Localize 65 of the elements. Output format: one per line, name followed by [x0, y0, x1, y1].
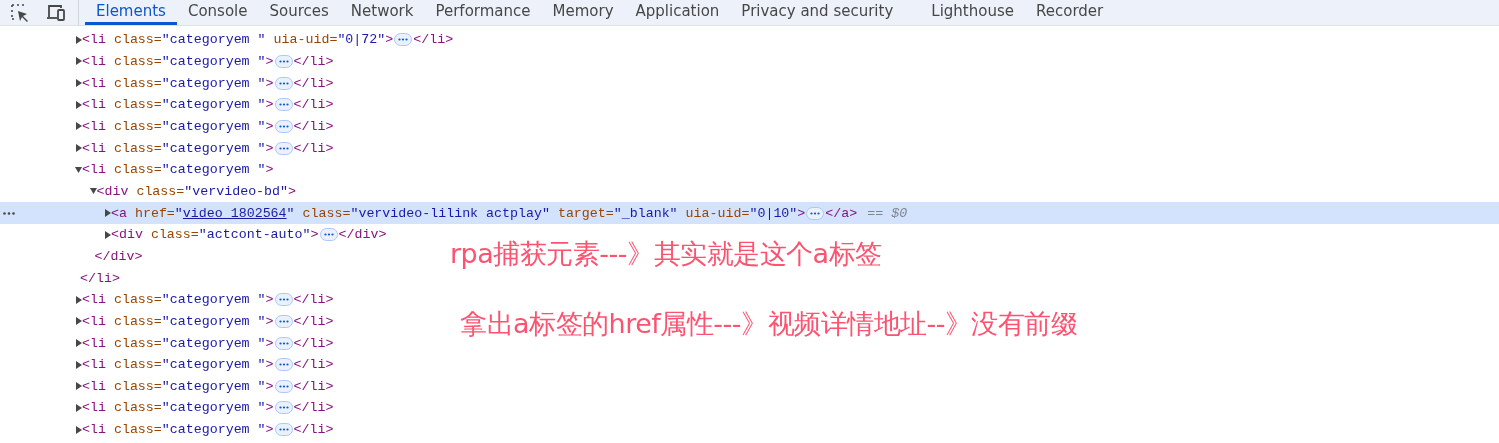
expand-triangle-icon[interactable]	[75, 382, 82, 391]
ellipsis-button[interactable]	[274, 401, 293, 415]
dom-tree-row[interactable]: <a href="video_1802564" class="vervideo-lilink actplay" target="_blank" uia-uid="0|10"> </a> == $0	[0, 202, 1499, 224]
panel-tab[interactable]: Recorder	[1025, 0, 1115, 25]
panel-tab[interactable]: Privacy and security	[730, 0, 905, 25]
dom-tree-row[interactable]: <div class="vervideo-bd">	[0, 180, 296, 203]
panel-tab[interactable]: Network	[339, 0, 425, 25]
collapse-triangle-icon[interactable]	[89, 187, 97, 196]
ellipsis-button[interactable]	[274, 98, 293, 112]
expand-triangle-icon[interactable]	[75, 425, 82, 434]
dom-tree-row[interactable]: <li class="categoryem "> </li>	[0, 418, 334, 441]
panel-tab[interactable]: Sources	[258, 0, 340, 25]
annotation-text: 拿出a标签的href属性---》视频详情地址--》没有前缀	[460, 307, 1078, 341]
dom-tree-row[interactable]: </li>	[0, 267, 120, 289]
dom-tree-row[interactable]: <li class="categoryem "> </li>	[0, 375, 334, 398]
dom-tree-row[interactable]: <li class="categoryem "> </li>	[0, 397, 334, 419]
device-icon[interactable]	[45, 2, 67, 24]
dom-tree-row[interactable]: <div class="actcont-auto"> </div>	[0, 223, 387, 246]
dom-tree-row[interactable]: </div>	[0, 245, 143, 268]
ellipsis-button[interactable]	[274, 423, 293, 437]
expand-triangle-icon[interactable]	[75, 144, 82, 153]
collapse-triangle-icon[interactable]	[75, 165, 82, 174]
panel-tab[interactable]: Console	[176, 0, 259, 25]
dom-tree-row[interactable]: <li class="categoryem "> </li>	[0, 137, 334, 159]
panel-tab[interactable]: Application	[624, 0, 731, 25]
more-icon[interactable]	[3, 211, 15, 215]
dom-tree-row[interactable]: <li class="categoryem "> </li>	[0, 332, 334, 354]
expand-triangle-icon[interactable]	[75, 57, 82, 66]
dom-tree-row[interactable]: <li class="categoryem ">	[0, 158, 274, 181]
dom-tree-row[interactable]: <li class="categoryem "> </li>	[0, 353, 334, 376]
expand-triangle-icon[interactable]	[75, 404, 82, 412]
expand-triangle-icon[interactable]	[104, 230, 111, 239]
panel-tab[interactable]: Elements	[85, 0, 177, 25]
ellipsis-button[interactable]	[274, 141, 293, 155]
expand-triangle-icon[interactable]	[75, 295, 82, 304]
dom-tree-row[interactable]: <li class="categoryem "> </li>	[0, 310, 334, 333]
ellipsis-button[interactable]	[274, 76, 293, 90]
expand-triangle-icon[interactable]	[75, 339, 82, 347]
ellipsis-button[interactable]	[274, 358, 293, 372]
expand-triangle-icon[interactable]	[75, 122, 82, 131]
expand-triangle-icon[interactable]	[75, 360, 82, 369]
dom-tree-row[interactable]: <li class="categoryem "> </li>	[0, 115, 334, 138]
ellipsis-button[interactable]	[274, 293, 293, 307]
expand-triangle-icon[interactable]	[75, 100, 82, 109]
inspect-icon[interactable]	[9, 2, 31, 24]
panel-tab[interactable]: Memory	[541, 0, 625, 25]
dom-tree-row[interactable]: <li class="categoryem "> </li>	[0, 50, 334, 73]
expand-triangle-icon[interactable]	[75, 79, 82, 88]
dom-tree-row[interactable]: <li class="categoryem "> </li>	[0, 72, 334, 94]
ellipsis-button[interactable]	[274, 55, 293, 68]
ellipsis-button[interactable]	[274, 379, 293, 393]
panel-tab[interactable]: Performance	[424, 0, 542, 25]
dom-tree-row[interactable]: <li class="categoryem "> </li>	[0, 93, 334, 116]
annotation-text: rpa捕获元素---》其实就是这个a标签	[450, 237, 882, 271]
ellipsis-button[interactable]	[274, 314, 293, 328]
dom-tree-row[interactable]: <li class="categoryem " uia-uid="0|72"> </li>	[0, 29, 454, 51]
panel-tab[interactable]: Lighthouse	[920, 0, 1025, 25]
expand-triangle-icon[interactable]	[104, 209, 111, 218]
expand-triangle-icon[interactable]	[75, 317, 82, 326]
ellipsis-button[interactable]	[274, 119, 293, 133]
ellipsis-button[interactable]	[274, 336, 293, 350]
expand-triangle-icon[interactable]	[75, 35, 82, 44]
dom-tree-row[interactable]: <li class="categoryem "> </li>	[0, 288, 334, 311]
ellipsis-button[interactable]	[394, 33, 413, 47]
ellipsis-button[interactable]	[319, 228, 338, 242]
